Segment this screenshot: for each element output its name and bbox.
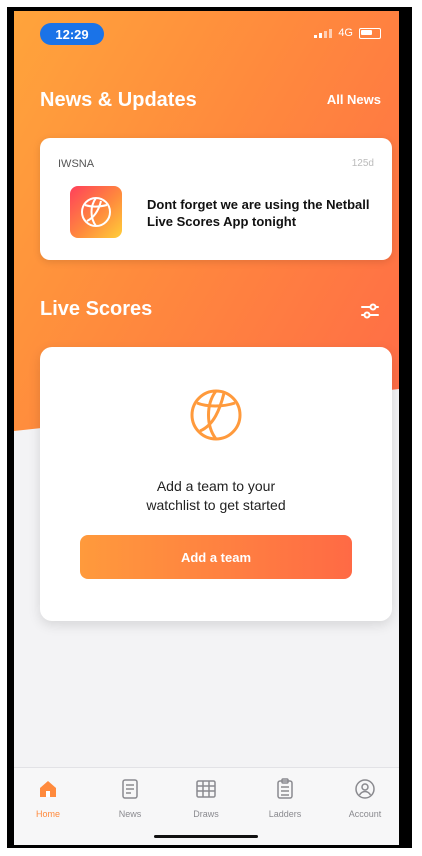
app-screen: 12:29 4G News & Updates All News IWSNA 1…: [14, 11, 399, 845]
home-indicator[interactable]: [154, 835, 258, 838]
filter-sliders-icon[interactable]: [359, 300, 381, 322]
battery-icon: [359, 27, 381, 39]
netball-icon: [81, 197, 111, 227]
live-scores-title: Live Scores: [40, 298, 153, 320]
tab-label: News: [118, 809, 142, 819]
home-icon: [40, 781, 56, 797]
news-icon: [122, 779, 138, 799]
tab-home[interactable]: Home: [18, 778, 78, 819]
news-card[interactable]: IWSNA 125d Dont forget we are using the …: [40, 138, 392, 260]
tab-ladders[interactable]: Ladders: [255, 778, 315, 819]
empty-state-line-1: Add a team to your: [156, 478, 276, 494]
account-icon: [355, 779, 375, 799]
news-thumbnail: [70, 186, 122, 238]
bottom-tab-bar: Home News Draws Ladders Account: [14, 767, 399, 845]
add-team-button[interactable]: Add a team: [80, 535, 352, 579]
tab-label: Draws: [193, 809, 219, 819]
empty-state-message: Add a team to your watchlist to get star…: [40, 477, 392, 515]
news-section-title: News & Updates: [40, 89, 197, 111]
status-bar: 12:29 4G: [14, 11, 399, 53]
tab-account[interactable]: Account: [335, 778, 395, 819]
news-source: IWSNA: [58, 158, 95, 170]
ladders-icon: [277, 778, 293, 799]
signal-icon: [314, 28, 333, 38]
tab-label: Home: [35, 809, 60, 819]
tab-news[interactable]: News: [100, 778, 160, 819]
tab-label: Account: [348, 809, 382, 819]
news-age: 125d: [351, 158, 374, 169]
status-indicators: 4G: [314, 27, 381, 39]
network-label: 4G: [338, 27, 353, 39]
netball-icon: [190, 389, 242, 441]
tab-draws[interactable]: Draws: [176, 778, 236, 819]
empty-state-line-2: watchlist to get started: [146, 497, 286, 513]
news-headline: Dont forget we are using the Netball Liv…: [147, 197, 370, 229]
draws-icon: [196, 780, 216, 798]
live-scores-empty-card: Add a team to your watchlist to get star…: [40, 347, 392, 621]
all-news-link[interactable]: All News: [327, 92, 381, 107]
tab-label: Ladders: [268, 809, 302, 819]
status-time: 12:29: [40, 23, 104, 45]
